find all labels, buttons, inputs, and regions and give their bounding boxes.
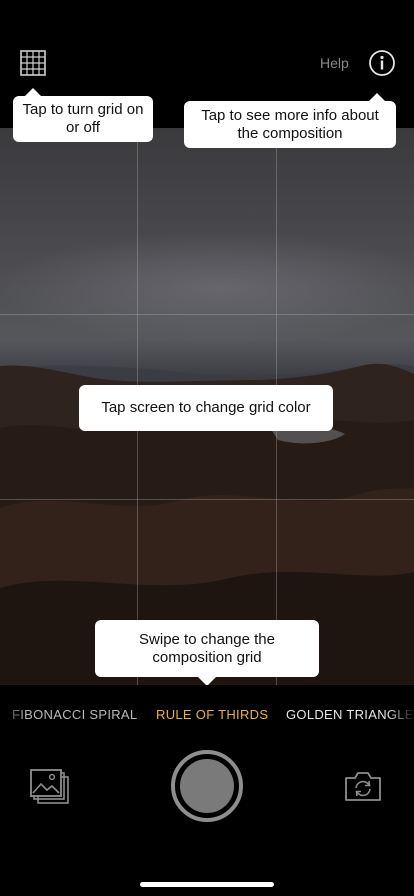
info-circle-icon[interactable]	[368, 49, 396, 77]
tooltip-info: Tap to see more info about the compositi…	[184, 101, 396, 148]
mode-fibonacci-spiral[interactable]: FIBONACCI SPIRAL	[12, 707, 137, 722]
grid-line-horizontal-1	[0, 314, 414, 315]
photo-gallery-icon[interactable]	[30, 769, 70, 805]
help-label[interactable]: Help	[320, 55, 349, 71]
shutter-button[interactable]	[171, 750, 243, 822]
shutter-inner	[180, 759, 234, 813]
mode-rule-of-thirds[interactable]: RULE OF THIRDS	[156, 707, 268, 722]
grid-line-horizontal-2	[0, 499, 414, 500]
tooltip-grid-toggle: Tap to turn grid on or off	[13, 96, 153, 142]
tooltip-swipe: Swipe to change the composition grid	[95, 620, 319, 677]
fade-left	[0, 685, 26, 740]
fade-right	[388, 685, 414, 740]
flip-camera-icon[interactable]	[344, 770, 382, 802]
composition-mode-strip[interactable]: FIBONACCI SPIRAL RULE OF THIRDS GOLDEN T…	[0, 685, 414, 740]
grid-icon[interactable]	[20, 50, 46, 76]
home-indicator[interactable]	[140, 882, 274, 887]
tooltip-grid-color: Tap screen to change grid color	[79, 385, 333, 431]
